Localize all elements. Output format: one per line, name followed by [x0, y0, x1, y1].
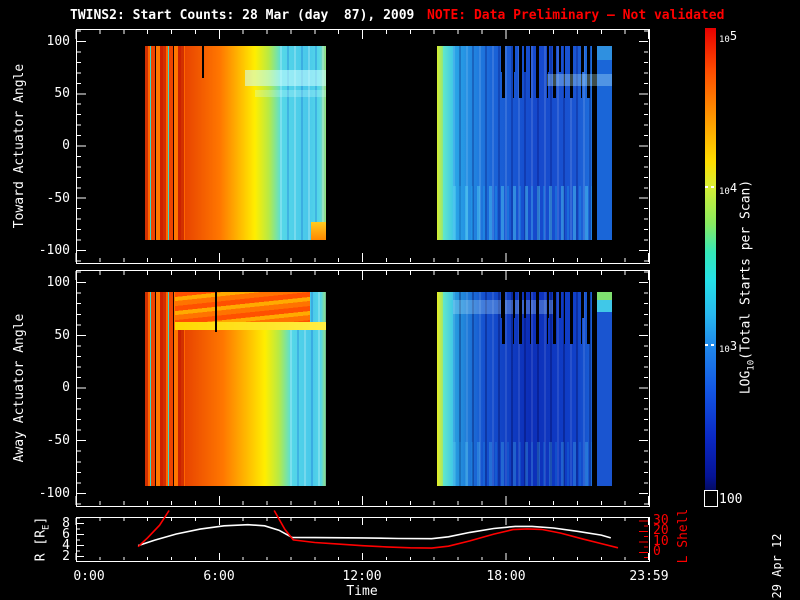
dropout-line — [202, 46, 204, 78]
cb-title-sub: 10 — [746, 359, 757, 371]
light-band — [245, 70, 326, 86]
ytick-label: 100 — [46, 275, 70, 290]
dropout-streaks — [492, 46, 592, 72]
cb-base: 10 — [719, 345, 730, 355]
spectro-edge — [443, 46, 453, 240]
xtick-label: 18:00 — [486, 569, 526, 584]
hot-top-band — [175, 292, 310, 322]
ytick-label: -100 — [38, 243, 70, 258]
ytick-label: 0 — [62, 380, 70, 395]
ytick-label: 50 — [54, 328, 70, 343]
ytick-label: -50 — [46, 433, 70, 448]
cb-base: 100 — [719, 492, 743, 507]
light-band — [547, 74, 612, 86]
spectro-stripes — [145, 46, 185, 240]
spectrogram-toward-pass2 — [437, 46, 612, 240]
plot-title: TWINS2: Start Counts: 28 Mar (day 87), 2… — [70, 8, 415, 23]
l-tick-label: 0 — [653, 544, 661, 559]
cb-exp: 3 — [729, 339, 738, 353]
ytick-label: -50 — [46, 191, 70, 206]
ytick-label: 100 — [46, 34, 70, 49]
ytick-label: 50 — [54, 86, 70, 101]
spectrogram-away-pass2 — [437, 292, 612, 486]
date-stamp: 29 Apr 12 — [770, 533, 784, 599]
cb-title-end: (Total Starts per Scan) — [738, 179, 754, 360]
colorbar-tick-label: 104 — [719, 181, 738, 197]
r-tick-label: 2 — [62, 549, 70, 564]
ytick-label: 0 — [62, 138, 70, 153]
xtick-label: 0:00 — [73, 569, 105, 584]
light-band — [255, 90, 326, 97]
colorbar-tick-label: 100 — [719, 492, 743, 507]
spectrogram-toward-pass1 — [145, 46, 326, 240]
cb-base: 10 — [719, 35, 730, 45]
speckle-region — [453, 186, 592, 240]
colorbar — [705, 28, 716, 505]
speckle-region — [453, 442, 592, 486]
cb-exp: 5 — [729, 29, 738, 43]
dropout-streaks — [492, 292, 592, 318]
yellow-row — [175, 322, 326, 330]
preliminary-note: NOTE: Data Preliminary – Not validated — [427, 8, 725, 23]
x-axis-title: Time (UT) — [346, 584, 378, 600]
xtick-label: 23:59 — [629, 569, 669, 584]
colorbar-tick-label: 105 — [719, 29, 738, 45]
cb-base: 10 — [719, 187, 730, 197]
spectro-strip — [597, 292, 612, 486]
spectro-edge — [443, 292, 453, 486]
spectrogram-away-pass1 — [145, 292, 326, 486]
colorbar-title: LOG10(Total Starts per Scan) — [738, 179, 759, 395]
colorbar-tick-dash — [705, 186, 716, 188]
plot-screen: TWINS2: Start Counts: 28 Mar (day 87), 2… — [0, 0, 800, 600]
xtick-label: 6:00 — [203, 569, 235, 584]
cb-title-main: LOG — [738, 370, 754, 395]
colorbar-tick-dash — [705, 344, 716, 346]
colorbar-bottom-box — [704, 490, 718, 507]
colorbar-tick-label: 103 — [719, 339, 738, 355]
dropout-line — [215, 292, 217, 332]
xtick-label: 12:00 — [342, 569, 382, 584]
cb-exp: 4 — [729, 181, 738, 195]
l-shell-axis-label: L Shell — [676, 508, 691, 564]
hot-patch — [311, 222, 326, 240]
ytick-label: -100 — [38, 486, 70, 501]
